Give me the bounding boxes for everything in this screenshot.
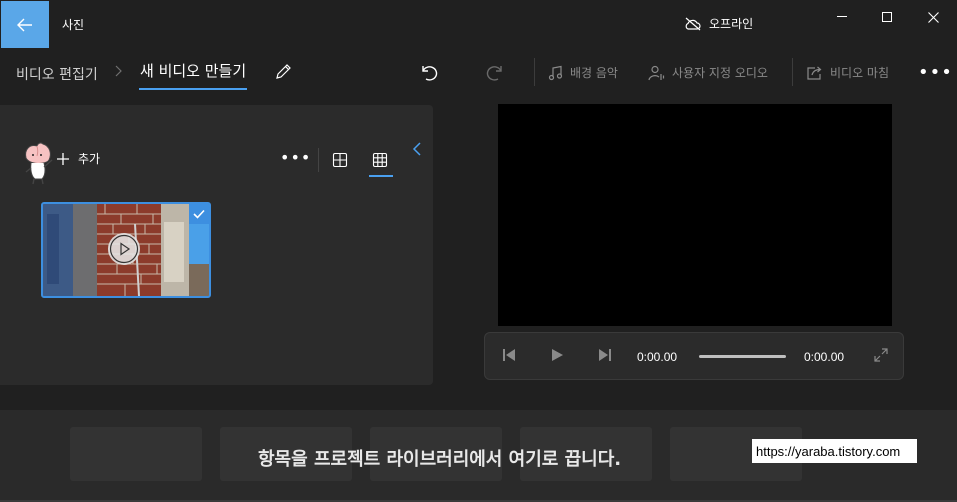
plus-icon bbox=[57, 152, 69, 165]
custom-audio-button[interactable]: 사용자 지정 오디오 bbox=[648, 64, 768, 81]
grid-view-icon[interactable] bbox=[372, 152, 388, 168]
undo-icon[interactable] bbox=[418, 62, 438, 82]
checkmark-icon bbox=[193, 209, 205, 219]
chevron-right-icon bbox=[115, 65, 122, 77]
video-preview[interactable] bbox=[498, 104, 892, 326]
close-icon bbox=[927, 11, 939, 23]
cloud-off-icon bbox=[685, 17, 701, 30]
watermark: https://yaraba.tistory.com bbox=[752, 439, 917, 463]
offline-label: 오프라인 bbox=[709, 17, 754, 31]
storyboard-slot bbox=[70, 427, 202, 481]
add-label: 추가 bbox=[78, 152, 101, 166]
skip-back-icon[interactable] bbox=[501, 347, 517, 363]
active-breadcrumb-indicator bbox=[139, 88, 247, 90]
thumbnail-play-button[interactable] bbox=[108, 233, 140, 265]
breadcrumb-video-editor[interactable]: 비디오 편집기 bbox=[16, 64, 98, 84]
collapse-panel-chevron-icon[interactable] bbox=[412, 141, 422, 157]
minimize-icon bbox=[837, 16, 847, 17]
breadcrumb-project-title[interactable]: 새 비디오 만들기 bbox=[140, 60, 246, 81]
toolbar-divider bbox=[534, 58, 535, 86]
selected-checkbox[interactable] bbox=[189, 204, 209, 224]
active-view-indicator bbox=[369, 175, 393, 177]
toolbar-divider bbox=[792, 58, 793, 86]
playback-controls: 0:00.00 0:00.00 bbox=[484, 332, 904, 380]
peach-character-sticker bbox=[25, 142, 53, 185]
back-button[interactable] bbox=[1, 1, 49, 48]
fullscreen-icon[interactable] bbox=[873, 347, 889, 363]
app-title: 사진 bbox=[62, 18, 85, 32]
small-tiles-view-icon[interactable] bbox=[332, 152, 348, 168]
maximize-icon bbox=[882, 12, 892, 22]
finish-video-label: 비디오 마침 bbox=[830, 66, 890, 80]
total-time: 0:00.00 bbox=[804, 350, 845, 364]
arrow-left-icon bbox=[17, 18, 32, 31]
more-options-icon[interactable]: ••• bbox=[918, 62, 953, 83]
storyboard-empty-message: 항목을 프로젝트 라이브러리에서 여기로 끕니다. bbox=[258, 449, 622, 470]
music-note-icon bbox=[548, 65, 563, 80]
share-export-icon bbox=[807, 66, 822, 80]
skip-forward-icon[interactable] bbox=[597, 347, 613, 363]
play-circle-icon bbox=[109, 234, 139, 264]
custom-audio-label: 사용자 지정 오디오 bbox=[672, 66, 768, 80]
background-music-label: 배경 음악 bbox=[570, 66, 618, 80]
person-audio-icon bbox=[648, 65, 665, 80]
pencil-icon[interactable] bbox=[274, 63, 292, 81]
close-button[interactable] bbox=[910, 0, 956, 34]
maximize-button[interactable] bbox=[864, 0, 910, 34]
add-media-button[interactable]: 추가 bbox=[56, 150, 100, 167]
minimize-button[interactable] bbox=[819, 0, 865, 34]
finish-video-button[interactable]: 비디오 마침 bbox=[806, 64, 889, 81]
library-more-icon[interactable]: ••• bbox=[280, 148, 311, 167]
redo-icon[interactable] bbox=[486, 62, 506, 82]
seek-bar[interactable] bbox=[699, 355, 786, 358]
library-divider bbox=[318, 148, 319, 172]
title-bar: 사진 오프라인 bbox=[0, 0, 957, 48]
background-music-button[interactable]: 배경 음악 bbox=[548, 64, 618, 81]
play-icon[interactable] bbox=[549, 347, 565, 363]
media-thumbnail[interactable] bbox=[41, 202, 211, 298]
offline-status[interactable]: 오프라인 bbox=[684, 15, 753, 32]
current-time: 0:00.00 bbox=[637, 350, 678, 364]
